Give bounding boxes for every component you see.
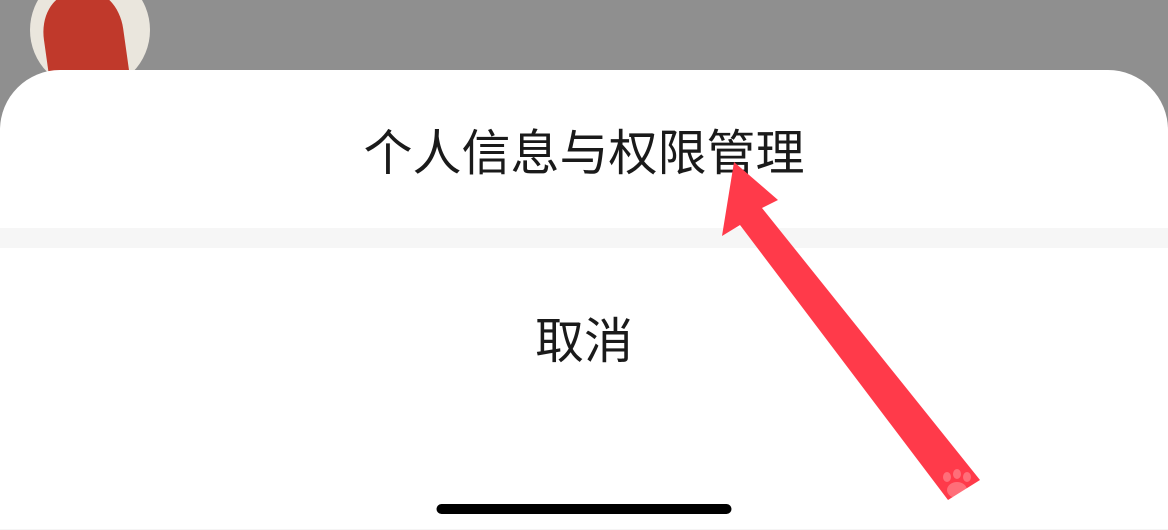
section-divider [0,228,1168,248]
option-label: 个人信息与权限管理 [363,114,804,185]
action-sheet: 个人信息与权限管理 取消 [0,70,1168,529]
option-personal-info-permissions[interactable]: 个人信息与权限管理 [0,70,1168,228]
cancel-button[interactable]: 取消 [0,248,1168,426]
cancel-label: 取消 [535,302,633,373]
home-indicator[interactable] [437,504,732,514]
